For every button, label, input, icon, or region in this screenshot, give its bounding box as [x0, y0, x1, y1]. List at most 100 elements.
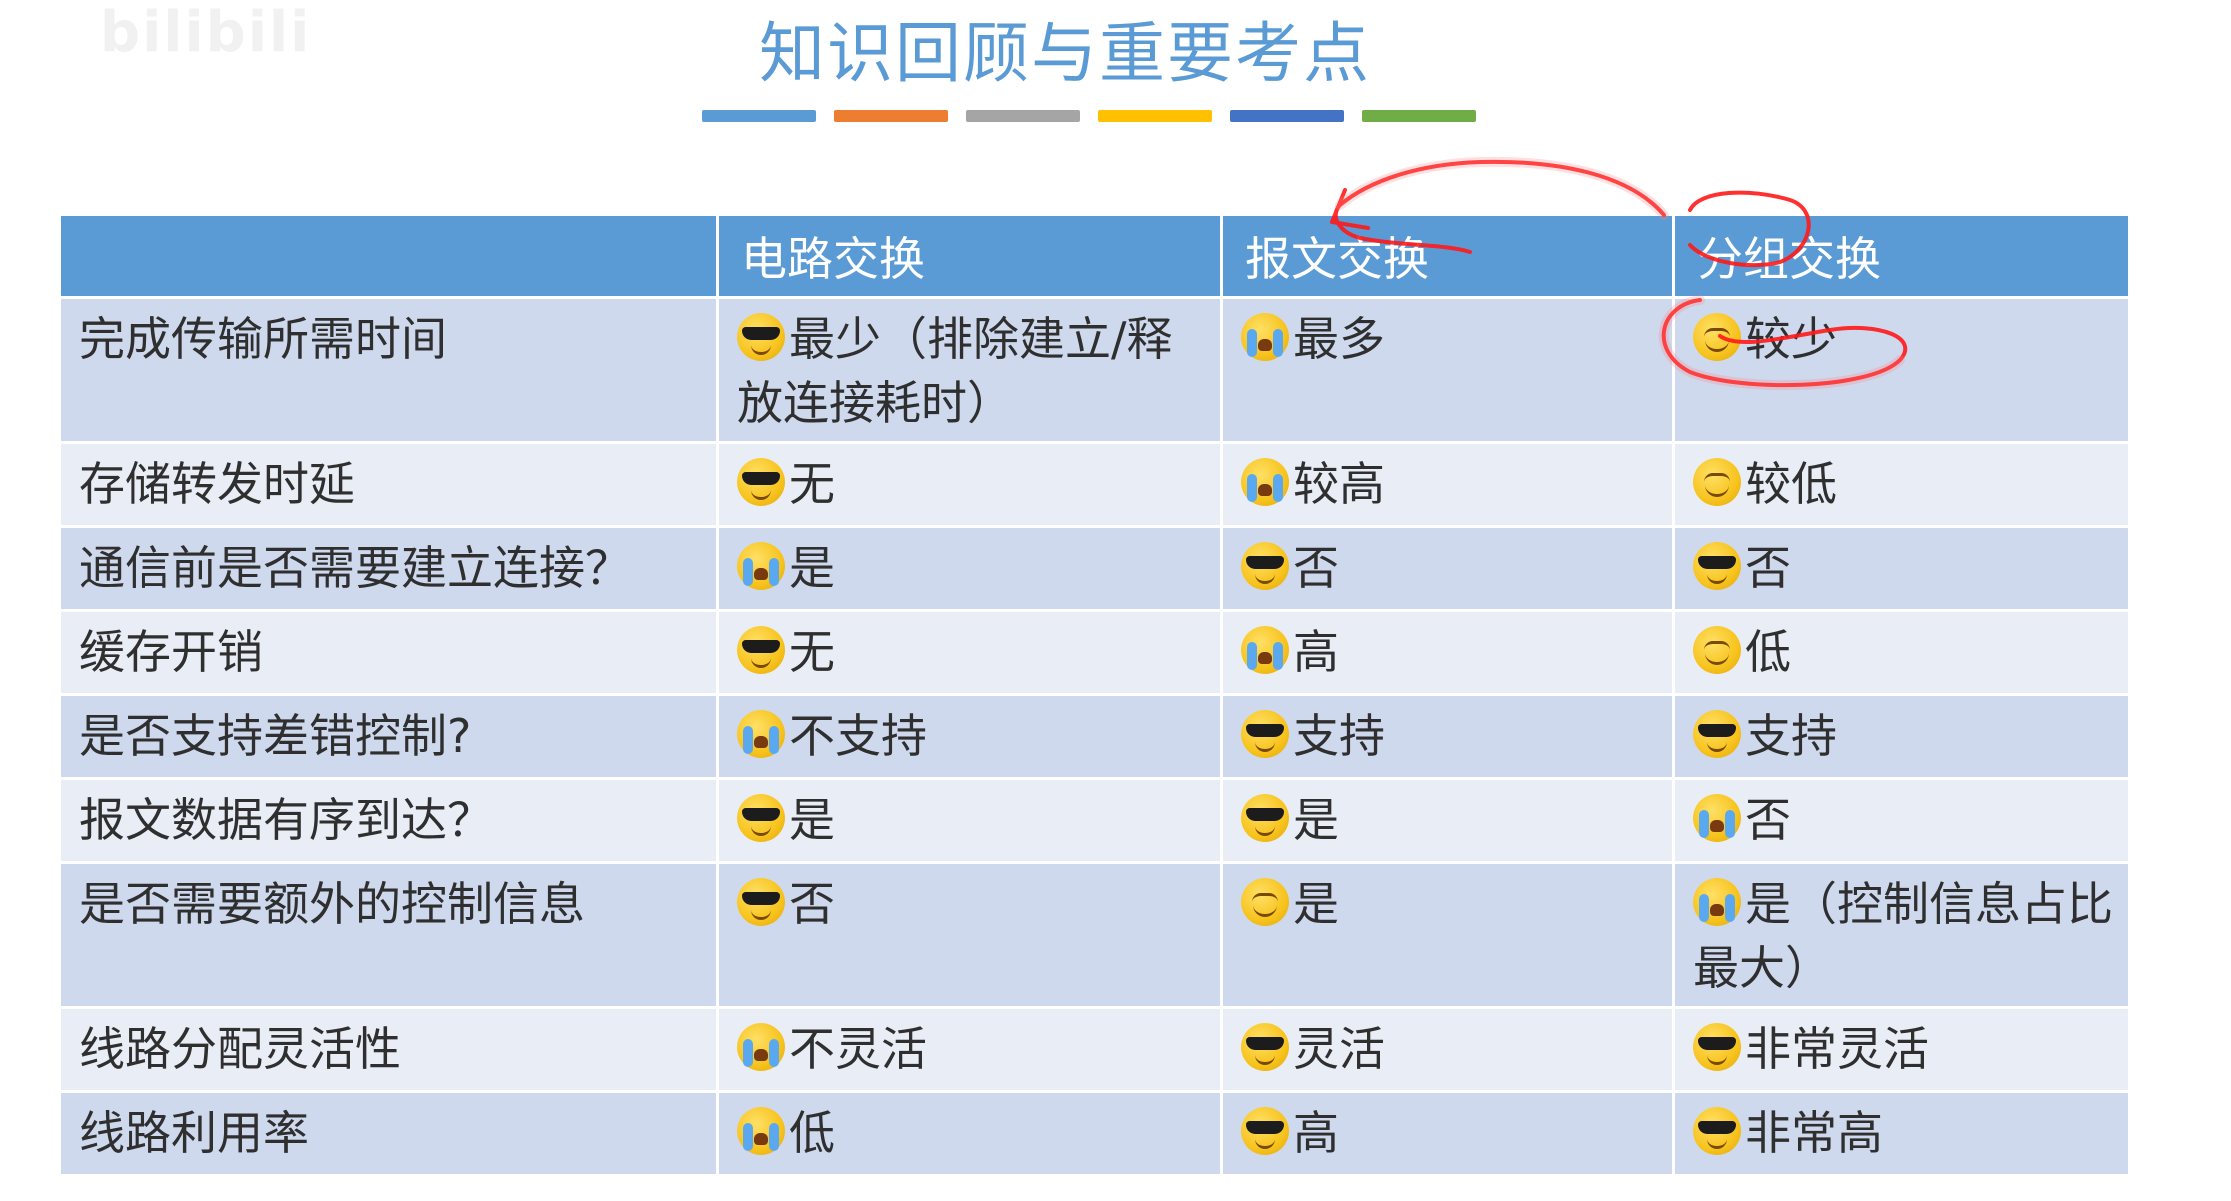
cell-circuit-switching: 不灵活: [716, 1006, 1223, 1093]
table-row: 存储转发时延 无 较高 较低: [58, 441, 2131, 528]
cool-face-icon: [1241, 542, 1289, 590]
row-label-cell: 缓存开销: [58, 609, 719, 696]
table-row: 线路分配灵活性 不灵活 灵活 非常灵活: [58, 1006, 2131, 1093]
cell-packet-switching: 低: [1672, 609, 2131, 696]
cell-circuit-switching: 是: [716, 777, 1223, 864]
cell-circuit-switching: 最少（排除建立/释放连接耗时）: [716, 296, 1223, 444]
comparison-table: 电路交换 报文交换 分组交换 完成传输所需时间 最少（排除建立/释放连接耗时） 最多…: [58, 213, 2131, 1177]
smiling-face-icon: [1693, 458, 1741, 506]
row-label-cell: 完成传输所需时间: [58, 296, 719, 444]
cool-face-icon: [737, 878, 785, 926]
cell-text: 否: [1745, 541, 1791, 595]
cell-packet-switching: 较少: [1672, 296, 2131, 444]
row-label-cell: 线路利用率: [58, 1090, 719, 1177]
cell-packet-switching: 否: [1672, 777, 2131, 864]
crying-face-icon: [1241, 313, 1289, 361]
cell-message-switching: 高: [1220, 1090, 1675, 1177]
cell-text: 无: [789, 625, 835, 679]
crying-face-icon: [737, 1107, 785, 1155]
header-cell-packet-switching: 分组交换: [1672, 213, 2131, 299]
cell-text: 不支持: [789, 709, 927, 763]
row-label-cell: 通信前是否需要建立连接？: [58, 525, 719, 612]
cool-face-icon: [1241, 1107, 1289, 1155]
cell-message-switching: 较高: [1220, 441, 1675, 528]
cell-circuit-switching: 无: [716, 441, 1223, 528]
cell-text: 灵活: [1293, 1022, 1385, 1076]
cell-text: 是（控制信息占比最大）: [1693, 877, 2113, 995]
cell-text: 否: [1745, 793, 1791, 847]
cool-face-icon: [1693, 542, 1741, 590]
cell-text: 低: [1745, 625, 1791, 679]
cell-circuit-switching: 无: [716, 609, 1223, 696]
cool-face-icon: [737, 626, 785, 674]
cell-text: 非常高: [1745, 1106, 1883, 1160]
cool-face-icon: [1693, 1023, 1741, 1071]
table-row: 线路利用率 低 高 非常高: [58, 1090, 2131, 1177]
cell-text: 支持: [1745, 709, 1837, 763]
cell-text: 支持: [1293, 709, 1385, 763]
cell-packet-switching: 非常灵活: [1672, 1006, 2131, 1093]
cell-circuit-switching: 是: [716, 525, 1223, 612]
crying-face-icon: [1241, 626, 1289, 674]
crying-face-icon: [737, 710, 785, 758]
cell-text: 非常灵活: [1745, 1022, 1929, 1076]
cell-message-switching: 是: [1220, 777, 1675, 864]
cool-face-icon: [1241, 1023, 1289, 1071]
cell-text: 较高: [1293, 457, 1385, 511]
crying-face-icon: [1693, 878, 1741, 926]
smiling-face-icon: [1693, 626, 1741, 674]
smiling-face-icon: [1693, 313, 1741, 361]
cell-text: 最多: [1293, 312, 1385, 366]
crying-face-icon: [1693, 794, 1741, 842]
color-bar-darkblue: [1230, 110, 1344, 122]
table-row: 通信前是否需要建立连接？ 是 否 否: [58, 525, 2131, 612]
table-row: 完成传输所需时间 最少（排除建立/释放连接耗时） 最多 较少: [58, 296, 2131, 444]
row-label-cell: 线路分配灵活性: [58, 1006, 719, 1093]
cell-text: 是: [789, 793, 835, 847]
row-label-cell: 是否支持差错控制?: [58, 693, 719, 780]
cell-message-switching: 支持: [1220, 693, 1675, 780]
crying-face-icon: [1241, 458, 1289, 506]
cell-packet-switching: 否: [1672, 525, 2131, 612]
table-row: 报文数据有序到达？ 是 是 否: [58, 777, 2131, 864]
cool-face-icon: [1241, 794, 1289, 842]
cell-text: 是: [789, 541, 835, 595]
cell-packet-switching: 非常高: [1672, 1090, 2131, 1177]
crying-face-icon: [737, 542, 785, 590]
cool-face-icon: [737, 458, 785, 506]
page-title: 知识回顾与重要考点: [759, 15, 1371, 92]
cell-text: 是: [1293, 793, 1339, 847]
cell-text: 是: [1293, 877, 1339, 931]
header-cell-message-switching: 报文交换: [1220, 213, 1675, 299]
cool-face-icon: [737, 313, 785, 361]
cell-packet-switching: 支持: [1672, 693, 2131, 780]
color-bar-gray: [966, 110, 1080, 122]
header-cell-circuit-switching: 电路交换: [716, 213, 1223, 299]
cell-text: 低: [789, 1106, 835, 1160]
cool-face-icon: [737, 794, 785, 842]
cell-circuit-switching: 否: [716, 861, 1223, 1009]
cell-message-switching: 是: [1220, 861, 1675, 1009]
row-label-cell: 存储转发时延: [58, 441, 719, 528]
color-bar-green: [1362, 110, 1476, 122]
cell-circuit-switching: 不支持: [716, 693, 1223, 780]
cell-text: 否: [1293, 541, 1339, 595]
cell-message-switching: 最多: [1220, 296, 1675, 444]
cell-circuit-switching: 低: [716, 1090, 1223, 1177]
color-bar-orange: [834, 110, 948, 122]
cell-text: 否: [789, 877, 835, 931]
cell-text: 高: [1293, 1106, 1339, 1160]
crying-face-icon: [737, 1023, 785, 1071]
cool-face-icon: [1693, 710, 1741, 758]
cell-text: 高: [1293, 625, 1339, 679]
cell-text: 不灵活: [789, 1022, 927, 1076]
cell-message-switching: 否: [1220, 525, 1675, 612]
color-bar-yellow: [1098, 110, 1212, 122]
row-label-cell: 报文数据有序到达？: [58, 777, 719, 864]
header-cell-corner: [58, 213, 719, 299]
cool-face-icon: [1241, 710, 1289, 758]
cell-packet-switching: 较低: [1672, 441, 2131, 528]
table-header-row: 电路交换 报文交换 分组交换: [58, 213, 2131, 299]
cool-face-icon: [1693, 1107, 1741, 1155]
color-bar-blue: [702, 110, 816, 122]
